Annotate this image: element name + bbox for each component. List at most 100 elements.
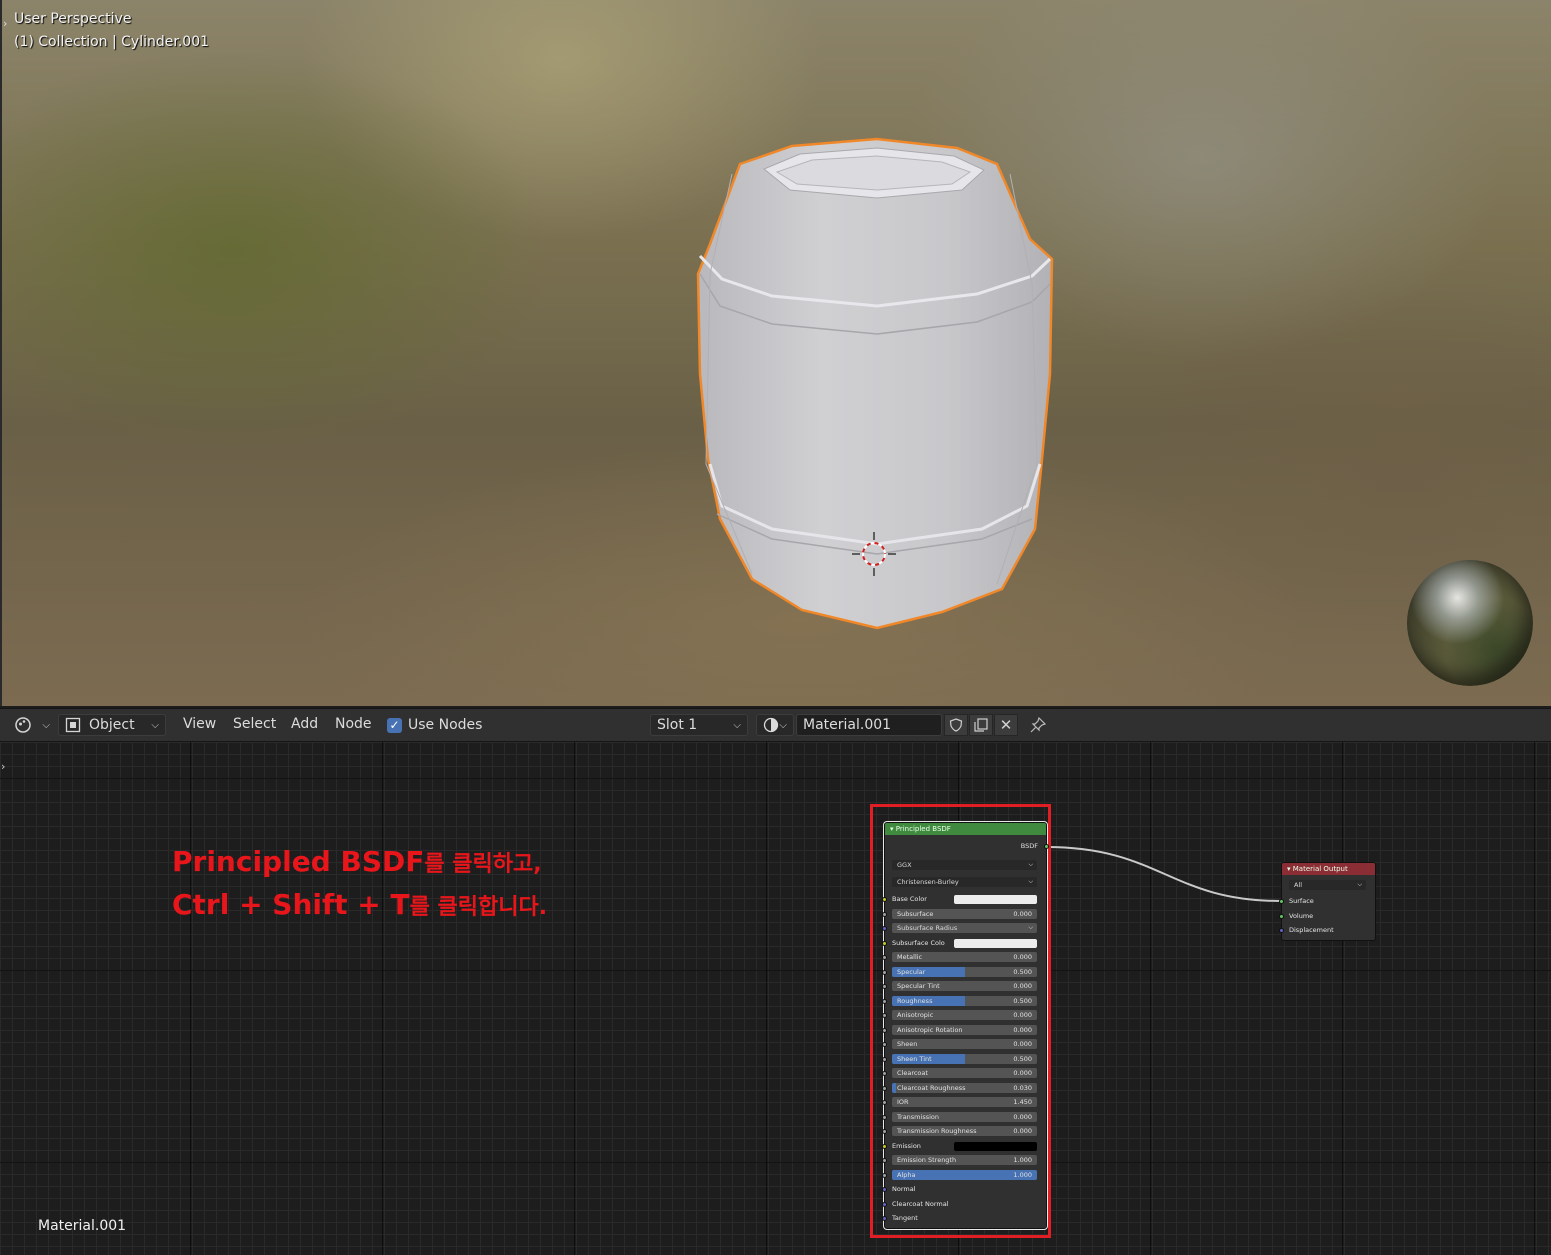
duplicate-material-button[interactable] [969,714,993,736]
value-slider[interactable]: Specular Tint 0.000 [892,981,1037,991]
input-socket[interactable] [882,911,887,917]
collapse-triangle-icon[interactable]: ▾ [890,825,894,833]
input-socket[interactable] [882,1129,887,1134]
principled-bsdf-node[interactable]: ▾ Principled BSDF BSDF GGX ⌵ Christensen… [882,822,1049,1229]
input-socket[interactable] [882,984,887,989]
slider-value: 0.500 [1013,1054,1032,1063]
value-slider[interactable]: Transmission Roughness 0.000 [892,1126,1037,1136]
input-socket[interactable] [882,1114,887,1120]
dropdown-label: Subsurface Radius [897,924,958,932]
value-slider[interactable]: Transmission 0.000 [892,1111,1037,1122]
mode-dropdown[interactable]: Object ⌵ [58,714,166,736]
node-header-bar[interactable]: ▾ Material Output [1282,863,1375,875]
input-socket[interactable] [882,1172,887,1178]
material-browse-button[interactable]: ⌵ [756,714,794,736]
value-slider[interactable]: Emission Strength 1.000 [892,1155,1037,1165]
input-socket[interactable] [882,955,887,960]
node-input-row: Specular 0.500 [882,966,1046,978]
node-title: Material Output [1292,865,1348,873]
output-socket[interactable] [1044,844,1049,849]
value-slider[interactable]: Subsurface 0.000 [892,908,1037,919]
node-editor-canvas[interactable]: › Principled BSDF를 클릭하고, Ctrl + Shift + … [0,742,1551,1255]
distribution-value: GGX [897,861,912,869]
slider-value: 0.500 [1013,996,1032,1005]
slider-label: Clearcoat [897,1069,928,1077]
menu-select[interactable]: Select [233,716,276,732]
value-slider[interactable]: Sheen Tint 0.500 [892,1053,1037,1064]
toolbar-expand-icon[interactable]: › [3,17,7,30]
slider-value: 0.500 [1013,967,1032,976]
input-socket[interactable] [882,1100,887,1105]
input-label: Surface [1289,897,1314,905]
input-socket[interactable] [882,998,887,1004]
value-slider[interactable]: Specular 0.500 [892,966,1037,977]
input-row-displacement: Displacement [1279,925,1375,936]
input-label: Normal [892,1185,916,1193]
chevron-down-icon: ⌵ [1028,878,1033,885]
volume-socket[interactable] [1279,914,1284,919]
input-socket[interactable] [882,1143,887,1149]
value-slider[interactable]: Alpha 1.000 [892,1169,1037,1180]
node-input-row: Subsurface Radius ⌵ [882,923,1046,934]
input-socket[interactable] [882,1071,887,1076]
3d-viewport[interactable]: › User Perspective (1) Collection | Cyli… [0,0,1551,706]
node-input-row: Sheen Tint 0.500 [882,1053,1046,1065]
menu-add[interactable]: Add [291,716,318,732]
target-dropdown[interactable]: All ⌵ [1289,880,1366,890]
input-socket[interactable] [882,1013,887,1018]
node-header-bar[interactable]: ▾ Principled BSDF [885,823,1046,835]
material-name-field[interactable]: Material.001 [796,714,942,736]
node-input-row: Tangent [882,1213,1046,1224]
use-nodes-toggle[interactable]: ✓ Use Nodes [387,714,482,736]
subsurface-method-dropdown[interactable]: Christensen-Burley ⌵ [892,877,1037,887]
input-socket[interactable] [882,1056,887,1062]
fake-user-button[interactable] [944,714,968,736]
slider-value: 0.000 [1013,1112,1032,1121]
slot-dropdown[interactable]: Slot 1 ⌵ [650,714,748,736]
input-socket[interactable] [882,1085,887,1091]
output-label: BSDF [1020,842,1038,850]
node-input-row: Normal [882,1184,1046,1195]
chevron-down-icon: ⌵ [1028,924,1033,931]
collapse-triangle-icon[interactable]: ▾ [1287,865,1291,873]
color-swatch[interactable] [954,938,1037,948]
surface-socket[interactable] [1279,899,1284,904]
color-swatch[interactable] [954,1141,1037,1151]
slider-label: Metallic [897,953,923,961]
value-slider[interactable]: Anisotropic 0.000 [892,1010,1037,1020]
editor-type-button[interactable]: ⌵ [14,714,50,736]
checkbox-checked-icon[interactable]: ✓ [387,717,402,733]
unlink-material-button[interactable]: ✕ [994,714,1018,736]
input-socket[interactable] [882,1187,887,1192]
input-socket[interactable] [882,1042,887,1047]
distribution-dropdown[interactable]: GGX ⌵ [892,860,1037,870]
slider-label: Transmission [897,1112,939,1121]
input-socket[interactable] [882,897,887,902]
menu-view[interactable]: View [183,716,216,732]
node-input-row: Metallic 0.000 [882,952,1046,963]
material-output-node[interactable]: ▾ Material Output All ⌵ Surface Volume D… [1279,862,1376,941]
target-value: All [1294,881,1303,889]
vector-dropdown[interactable]: Subsurface Radius ⌵ [892,923,1037,933]
value-slider[interactable]: Anisotropic Rotation 0.000 [892,1024,1037,1035]
value-slider[interactable]: Clearcoat 0.000 [892,1068,1037,1078]
displacement-socket[interactable] [1279,928,1284,933]
barrel-object[interactable] [692,134,1062,634]
input-socket[interactable] [882,969,887,975]
input-socket[interactable] [882,1201,887,1207]
value-slider[interactable]: IOR 1.450 [892,1097,1037,1107]
input-socket[interactable] [882,1216,887,1221]
value-slider[interactable]: Sheen 0.000 [892,1039,1037,1049]
value-slider[interactable]: Metallic 0.000 [892,952,1037,962]
input-socket[interactable] [882,1027,887,1033]
pin-button[interactable] [1030,714,1046,736]
value-slider[interactable]: Clearcoat Roughness 0.030 [892,1082,1037,1093]
menu-node[interactable]: Node [335,716,372,732]
input-socket[interactable] [882,940,887,946]
input-socket[interactable] [882,926,887,931]
hdri-preview-sphere [1407,560,1533,686]
input-socket[interactable] [882,1158,887,1163]
color-swatch[interactable] [954,895,1037,904]
chevron-down-icon: ⌵ [1028,861,1033,868]
value-slider[interactable]: Roughness 0.500 [892,995,1037,1006]
